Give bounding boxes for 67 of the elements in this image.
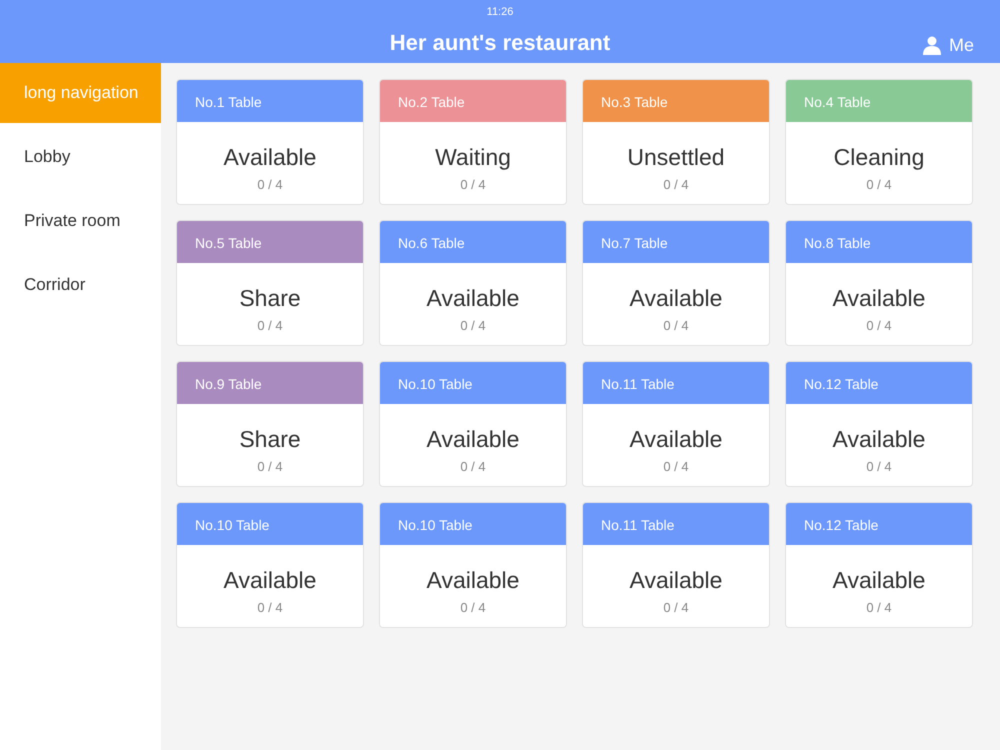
table-name: No.12 Table <box>786 362 972 404</box>
table-card[interactable]: No.9 Table Share 0 / 4 <box>176 361 364 487</box>
table-card[interactable]: No.12 Table Available 0 / 4 <box>785 502 973 628</box>
table-status: Cleaning <box>832 146 926 169</box>
seat-count: 0 / 4 <box>256 458 284 476</box>
table-status: Available <box>628 428 724 451</box>
app-title: Her aunt's restaurant <box>390 29 610 57</box>
table-status: Waiting <box>434 146 512 169</box>
table-name: No.1 Table <box>177 80 363 122</box>
seat-count: 0 / 4 <box>459 176 487 194</box>
seat-count: 0 / 4 <box>256 317 284 335</box>
table-name: No.4 Table <box>786 80 972 122</box>
table-name: No.10 Table <box>380 503 566 545</box>
seat-count: 0 / 4 <box>459 317 487 335</box>
table-status: Unsettled <box>626 146 726 169</box>
seat-count: 0 / 4 <box>865 458 893 476</box>
table-card[interactable]: No.4 Table Cleaning 0 / 4 <box>785 79 973 205</box>
person-icon <box>922 36 941 55</box>
table-status: Available <box>628 569 724 592</box>
table-card[interactable]: No.2 Table Waiting 0 / 4 <box>379 79 567 205</box>
table-card[interactable]: No.10 Table Available 0 / 4 <box>379 361 567 487</box>
table-card[interactable]: No.10 Table Available 0 / 4 <box>176 502 364 628</box>
table-name: No.11 Table <box>583 362 769 404</box>
table-card[interactable]: No.8 Table Available 0 / 4 <box>785 220 973 346</box>
table-status: Available <box>426 287 520 310</box>
table-status: Available <box>426 569 520 592</box>
table-card[interactable]: No.5 Table Share 0 / 4 <box>176 220 364 346</box>
table-status: Available <box>426 428 520 451</box>
seat-count: 0 / 4 <box>256 176 284 194</box>
table-status: Available <box>222 146 318 169</box>
table-name: No.6 Table <box>380 221 566 263</box>
table-card[interactable]: No.1 Table Available 0 / 4 <box>176 79 364 205</box>
seat-count: 0 / 4 <box>662 599 690 617</box>
table-card[interactable]: No.10 Table Available 0 / 4 <box>379 502 567 628</box>
seat-count: 0 / 4 <box>459 458 487 476</box>
status-time: 11:26 <box>486 5 514 18</box>
table-name: No.2 Table <box>380 80 566 122</box>
table-name: No.9 Table <box>177 362 363 404</box>
table-name: No.5 Table <box>177 221 363 263</box>
table-status: Available <box>222 569 318 592</box>
table-status: Available <box>832 569 926 592</box>
table-status: Available <box>832 287 926 310</box>
seat-count: 0 / 4 <box>662 176 690 194</box>
table-name: No.11 Table <box>583 503 769 545</box>
table-status: Available <box>832 428 926 451</box>
table-card[interactable]: No.6 Table Available 0 / 4 <box>379 220 567 346</box>
table-status: Available <box>628 287 724 310</box>
table-card[interactable]: No.11 Table Available 0 / 4 <box>582 502 770 628</box>
table-name: No.7 Table <box>583 221 769 263</box>
table-name: No.12 Table <box>786 503 972 545</box>
seat-count: 0 / 4 <box>865 599 893 617</box>
table-status: Share <box>238 428 302 451</box>
table-name: No.10 Table <box>380 362 566 404</box>
table-card[interactable]: No.11 Table Available 0 / 4 <box>582 361 770 487</box>
seat-count: 0 / 4 <box>865 176 893 194</box>
table-name: No.10 Table <box>177 503 363 545</box>
seat-count: 0 / 4 <box>256 599 284 617</box>
table-status: Share <box>238 287 302 310</box>
table-name: No.8 Table <box>786 221 972 263</box>
seat-count: 0 / 4 <box>865 317 893 335</box>
table-card[interactable]: No.7 Table Available 0 / 4 <box>582 220 770 346</box>
seat-count: 0 / 4 <box>662 458 690 476</box>
seat-count: 0 / 4 <box>662 317 690 335</box>
table-card[interactable]: No.12 Table Available 0 / 4 <box>785 361 973 487</box>
table-card[interactable]: No.3 Table Unsettled 0 / 4 <box>582 79 770 205</box>
seat-count: 0 / 4 <box>459 599 487 617</box>
table-name: No.3 Table <box>583 80 769 122</box>
